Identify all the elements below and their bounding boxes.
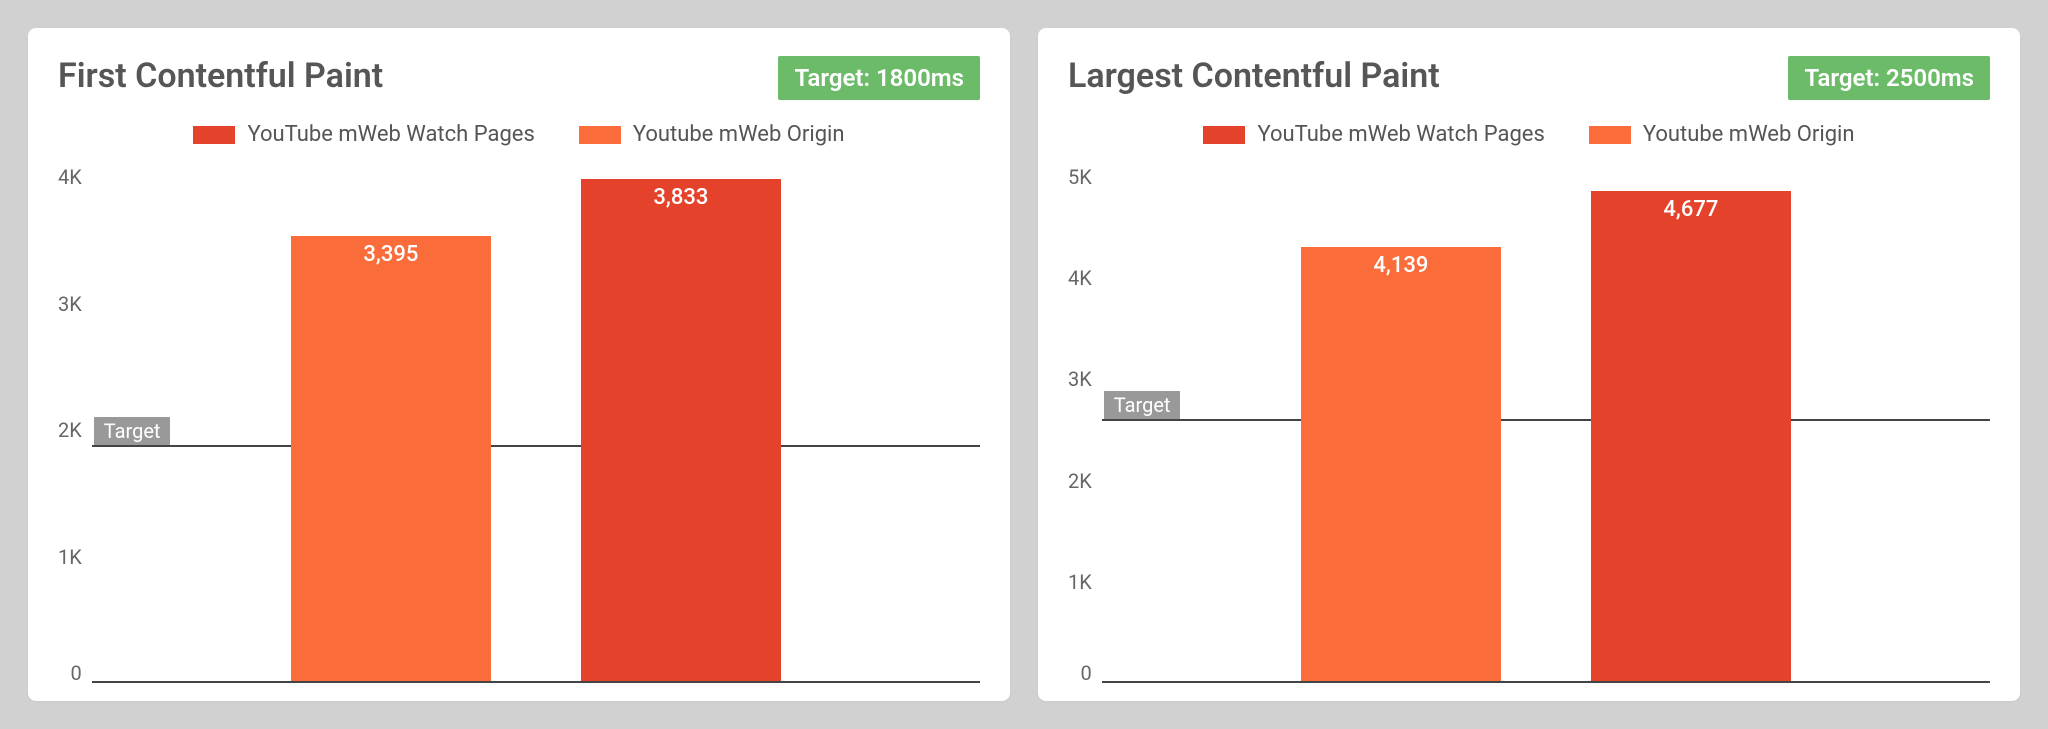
y-tick-label: 3K bbox=[58, 294, 82, 314]
chart-legend: YouTube mWeb Watch Pages Youtube mWeb Or… bbox=[58, 122, 980, 147]
legend-swatch-origin-icon bbox=[1589, 126, 1631, 144]
card-title: Largest Contentful Paint bbox=[1068, 56, 1440, 96]
y-tick-label: 2K bbox=[58, 420, 82, 440]
chart-area: 4K3K2K1K0 Target 3,3953,833 bbox=[58, 157, 980, 683]
bar-watch: 4,677 bbox=[1591, 191, 1791, 681]
y-tick-label: 2K bbox=[1068, 471, 1092, 491]
chart-area: 5K4K3K2K1K0 Target 4,1394,677 bbox=[1068, 157, 1990, 683]
metric-card-fcp: First Contentful Paint Target: 1800ms Yo… bbox=[28, 28, 1010, 701]
plot-area: Target 4,1394,677 bbox=[1102, 157, 1990, 683]
legend-item-origin: Youtube mWeb Origin bbox=[579, 122, 845, 147]
bar-value-label: 3,395 bbox=[363, 242, 418, 267]
bar-watch: 3,833 bbox=[581, 179, 781, 681]
y-axis: 5K 4K 3K 2K 1K 0 bbox=[1068, 157, 1102, 683]
legend-label: Youtube mWeb Origin bbox=[633, 122, 845, 147]
bars-container: 3,395 3,833 bbox=[92, 157, 980, 681]
bar-origin: 3,395 bbox=[291, 236, 491, 681]
target-badge: Target: 1800ms bbox=[778, 56, 980, 100]
bar-value-label: 4,139 bbox=[1373, 253, 1428, 278]
y-tick-label: 5K bbox=[1068, 167, 1092, 187]
y-tick-label: 1K bbox=[1068, 572, 1092, 592]
legend-item-origin: Youtube mWeb Origin bbox=[1589, 122, 1855, 147]
legend-label: YouTube mWeb Watch Pages bbox=[1257, 122, 1544, 147]
y-tick-label: 4K bbox=[58, 167, 82, 187]
card-header: First Contentful Paint Target: 1800ms bbox=[58, 56, 980, 100]
bar-value-label: 3,833 bbox=[653, 185, 708, 210]
legend-swatch-watch-icon bbox=[1203, 126, 1245, 144]
legend-item-watch: YouTube mWeb Watch Pages bbox=[193, 122, 534, 147]
bar-value-label: 4,677 bbox=[1663, 197, 1718, 222]
target-badge: Target: 2500ms bbox=[1788, 56, 1990, 100]
y-tick-label: 0 bbox=[71, 663, 82, 683]
card-title: First Contentful Paint bbox=[58, 56, 383, 96]
metric-card-lcp: Largest Contentful Paint Target: 2500ms … bbox=[1038, 28, 2020, 701]
bars-container: 4,139 4,677 bbox=[1102, 157, 1990, 681]
legend-label: Youtube mWeb Origin bbox=[1643, 122, 1855, 147]
y-tick-label: 1K bbox=[58, 547, 82, 567]
y-tick-label: 4K bbox=[1068, 268, 1092, 288]
plot-area: Target 3,3953,833 bbox=[92, 157, 980, 683]
legend-swatch-origin-icon bbox=[579, 126, 621, 144]
chart-legend: YouTube mWeb Watch Pages Youtube mWeb Or… bbox=[1068, 122, 1990, 147]
legend-swatch-watch-icon bbox=[193, 126, 235, 144]
y-tick-label: 3K bbox=[1068, 369, 1092, 389]
card-header: Largest Contentful Paint Target: 2500ms bbox=[1068, 56, 1990, 100]
bar-origin: 4,139 bbox=[1301, 247, 1501, 681]
legend-item-watch: YouTube mWeb Watch Pages bbox=[1203, 122, 1544, 147]
y-tick-label: 0 bbox=[1081, 663, 1092, 683]
legend-label: YouTube mWeb Watch Pages bbox=[247, 122, 534, 147]
y-axis: 4K 3K 2K 1K 0 bbox=[58, 157, 92, 683]
